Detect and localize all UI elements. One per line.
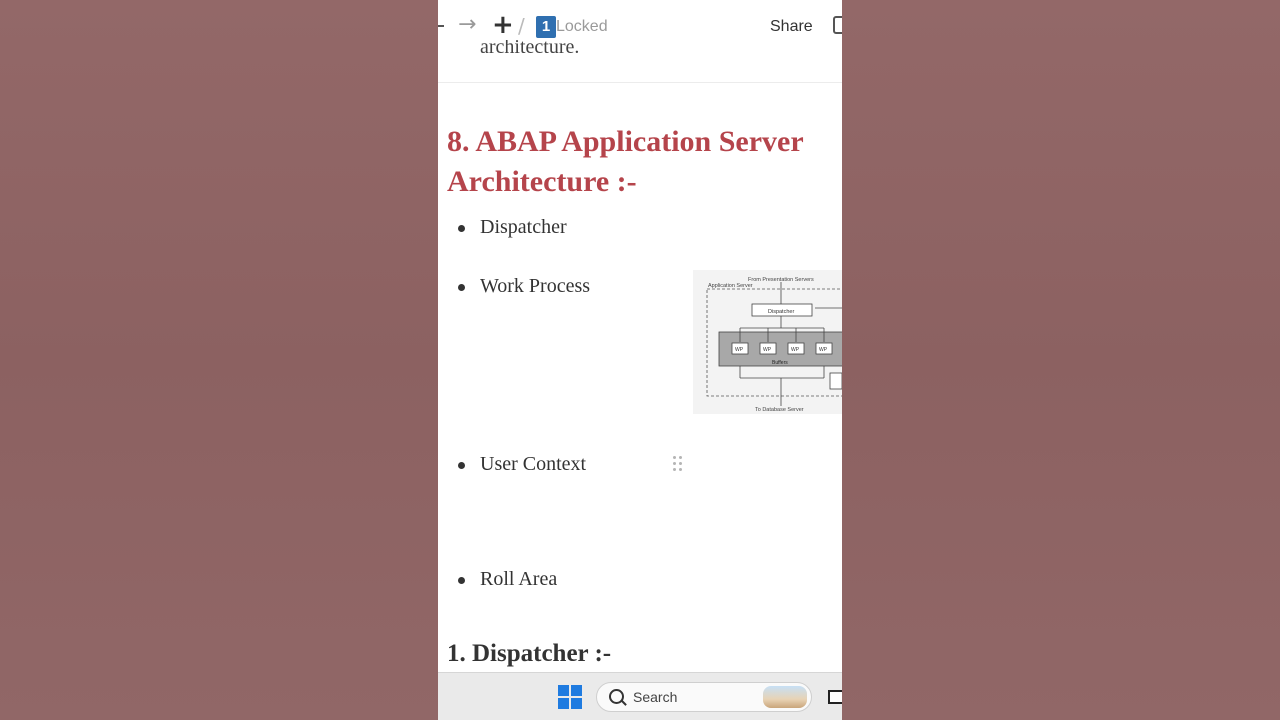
forward-arrow-icon[interactable]: → [458, 12, 476, 37]
section-heading: 8. ABAP Application Server Architecture … [447, 122, 842, 202]
bullet-dot [458, 462, 465, 469]
background-right [842, 0, 1280, 720]
bullet-dispatcher[interactable]: Dispatcher [480, 216, 567, 239]
topbar-divider [438, 82, 842, 83]
diagram-box-label: Application Server [708, 283, 753, 289]
wp-label: WP [763, 347, 772, 353]
bullet-dot [458, 577, 465, 584]
diagram-bottom-caption: To Database Server [755, 407, 804, 413]
wp-label: WP [791, 347, 800, 353]
diagram-buffers-label: Buffers [772, 360, 788, 366]
background-left [0, 0, 438, 720]
windows-taskbar: Search [438, 672, 842, 720]
browser-topbar: → + / 1 Locked Share architecture. [438, 0, 842, 54]
comment-icon[interactable] [833, 16, 842, 34]
bullet-dot [458, 284, 465, 291]
search-icon [609, 689, 624, 704]
page-content: 8. ABAP Application Server Architecture … [438, 0, 842, 670]
wp-label: WP [735, 347, 744, 353]
share-button[interactable]: Share [770, 18, 813, 36]
section-heading-line1: 8. ABAP Application Server [447, 125, 804, 158]
bullet-dot [458, 225, 465, 232]
breadcrumb-separator-icon: / [518, 14, 525, 38]
windows-start-icon[interactable] [558, 685, 582, 709]
diagram-dispatcher-label: Dispatcher [768, 309, 794, 315]
task-view-icon[interactable] [828, 690, 842, 704]
previous-block-text: architecture. [480, 40, 580, 54]
bullet-user-context[interactable]: User Context [480, 453, 586, 476]
architecture-diagram-image[interactable]: From Presentation Servers Application Se… [693, 270, 842, 414]
bullet-roll-area[interactable]: Roll Area [480, 568, 557, 591]
search-highlight-image [763, 686, 807, 708]
subsection-heading: 1. Dispatcher :- [447, 640, 612, 667]
back-arrow-icon[interactable] [438, 25, 444, 27]
bullet-work-process[interactable]: Work Process [480, 275, 590, 298]
taskbar-search-box[interactable]: Search [596, 682, 812, 712]
page-number-badge: 1 [536, 16, 556, 38]
drag-handle-icon[interactable] [673, 456, 685, 474]
notion-page-window: 8. ABAP Application Server Architecture … [438, 0, 842, 720]
architecture-diagram: From Presentation Servers Application Se… [693, 270, 842, 414]
locked-status[interactable]: Locked [556, 18, 608, 36]
section-heading-line2: Architecture :- [447, 165, 637, 198]
search-label: Search [633, 689, 678, 705]
wp-label: WP [819, 347, 828, 353]
new-page-plus-icon[interactable]: + [492, 10, 514, 40]
